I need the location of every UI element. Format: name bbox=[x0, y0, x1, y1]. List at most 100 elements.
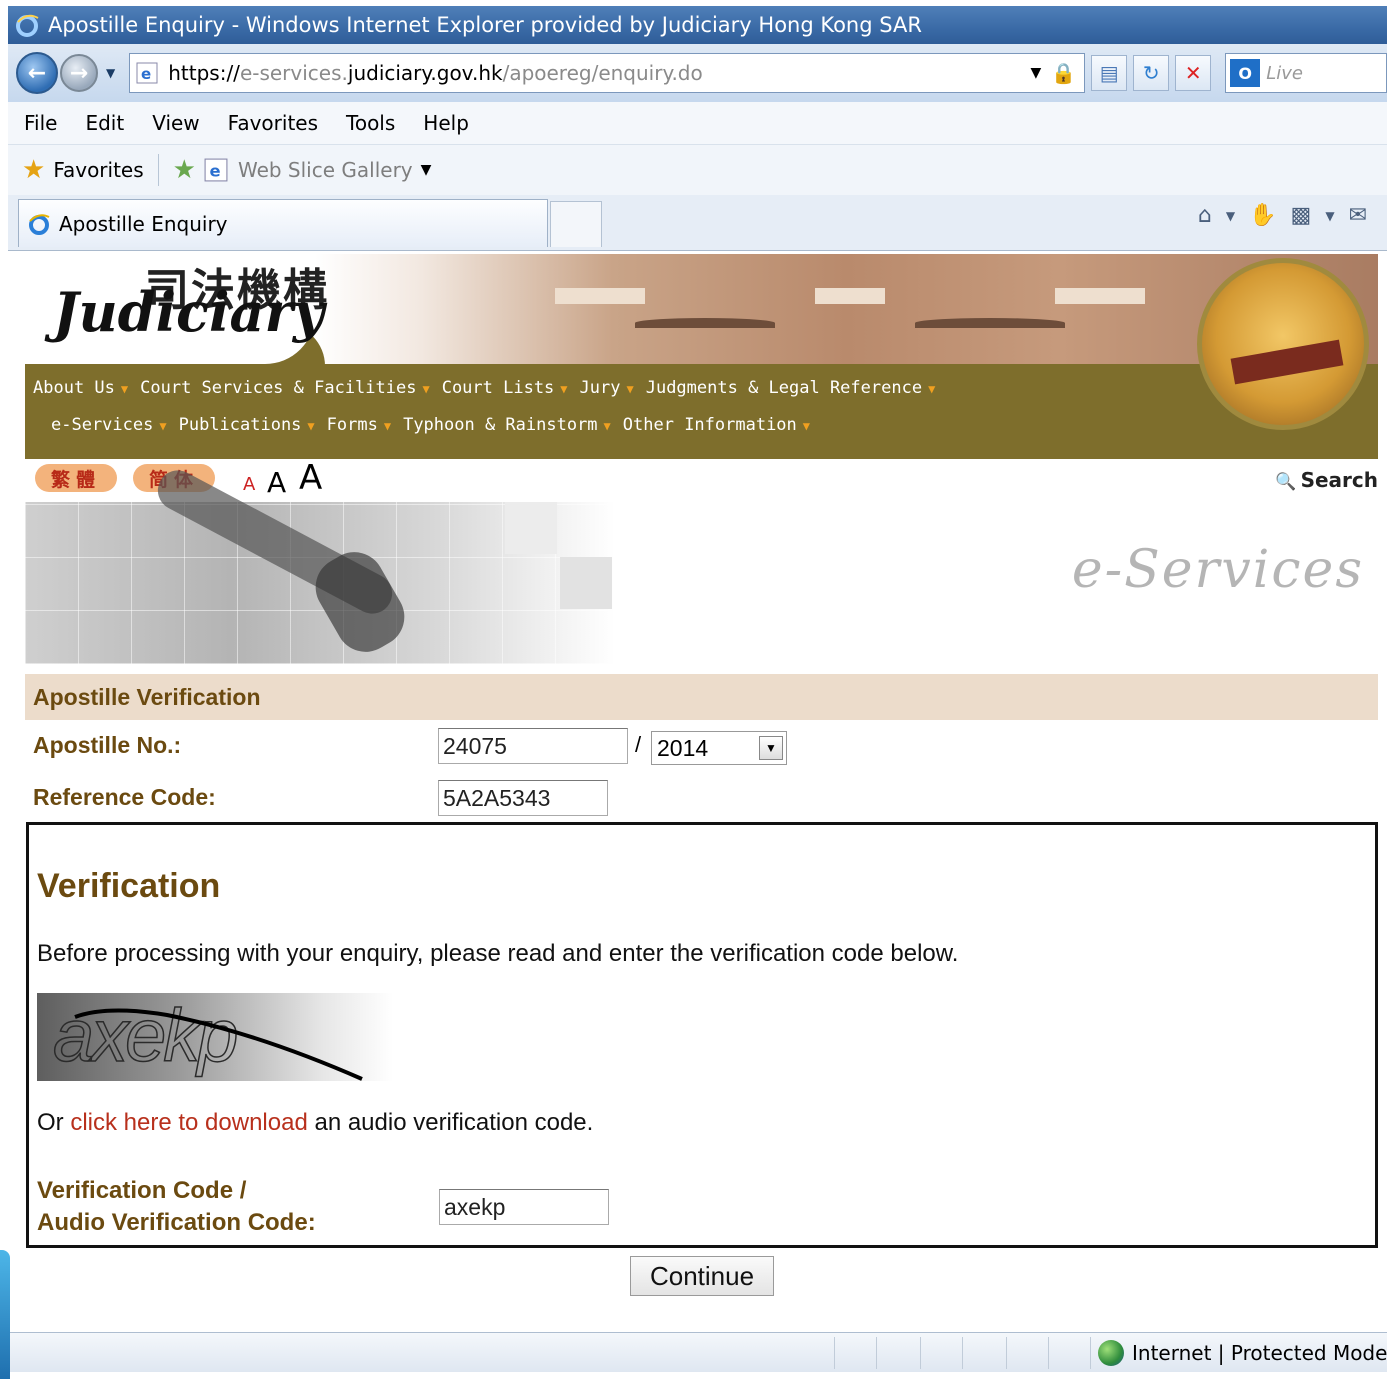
feeds-icon[interactable]: ▩ bbox=[1291, 203, 1312, 228]
back-button[interactable]: ← bbox=[16, 52, 58, 94]
reference-code-input[interactable]: 5A2A5343 bbox=[438, 780, 608, 816]
nav-other-information[interactable]: Other Information ▼ bbox=[623, 415, 810, 435]
font-size-small[interactable]: A bbox=[243, 474, 255, 495]
nav-judgments[interactable]: Judgments & Legal Reference ▼ bbox=[646, 378, 936, 398]
site-banner: 司法機構 Judiciary About Us ▼ Court Services … bbox=[25, 254, 1378, 459]
url-prehost: e-services. bbox=[239, 61, 348, 85]
compatibility-view-icon[interactable]: ▤ bbox=[1091, 55, 1128, 91]
nav-jury[interactable]: Jury ▼ bbox=[580, 378, 634, 398]
audio-download-link[interactable]: click here to download bbox=[70, 1109, 307, 1136]
audio-line: Or click here to download an audio verif… bbox=[37, 1109, 593, 1137]
outlook-icon: O bbox=[1230, 59, 1261, 87]
svg-text:e: e bbox=[141, 65, 151, 83]
stop-icon[interactable]: ✕ bbox=[1175, 55, 1212, 91]
nav-row-1: About Us ▼ Court Services & Facilities ▼ C… bbox=[33, 378, 947, 398]
select-dropdown-icon[interactable]: ▼ bbox=[759, 736, 783, 760]
menu-file[interactable]: File bbox=[24, 111, 57, 135]
status-divider bbox=[834, 1337, 835, 1369]
hand-icon[interactable]: ✋ bbox=[1249, 203, 1276, 228]
status-divider bbox=[1006, 1337, 1007, 1369]
audio-suffix: an audio verification code. bbox=[307, 1109, 594, 1136]
address-input[interactable]: e https://e-services. judiciary.gov.hk/ap… bbox=[129, 53, 1086, 93]
address-dropdown-icon[interactable]: ▼ bbox=[1031, 65, 1042, 81]
menu-view[interactable]: View bbox=[152, 111, 199, 135]
verification-code-input[interactable]: axekp bbox=[439, 1189, 609, 1225]
apostille-form: Apostille Verification Apostille No.: 24… bbox=[25, 674, 1378, 816]
favorites-separator bbox=[157, 154, 159, 186]
apostille-no-input[interactable]: 24075 bbox=[438, 728, 628, 764]
captcha-strike-line bbox=[74, 1008, 363, 1081]
chevron-down-icon: ▼ bbox=[159, 419, 167, 433]
verification-instruction: Before processing with your enquiry, ple… bbox=[37, 940, 959, 967]
chevron-down-icon: ▼ bbox=[120, 382, 129, 396]
web-slice-gallery-link[interactable]: Web Slice Gallery bbox=[238, 158, 413, 182]
audio-prefix: Or bbox=[37, 1109, 71, 1136]
search-link[interactable]: 🔍 Search bbox=[1275, 468, 1378, 492]
mail-icon[interactable]: ✉ bbox=[1349, 203, 1367, 228]
menu-edit[interactable]: Edit bbox=[85, 111, 124, 135]
add-favorite-icon[interactable]: ★ bbox=[173, 155, 196, 185]
new-tab-button[interactable] bbox=[550, 201, 602, 247]
favorites-button[interactable]: Favorites bbox=[53, 158, 143, 182]
lock-icon[interactable]: 🔒 bbox=[1051, 61, 1076, 85]
home-icon[interactable]: ⌂ bbox=[1198, 203, 1212, 228]
chevron-down-icon: ▼ bbox=[626, 382, 634, 396]
verification-code-label-line2: Audio Verification Code: bbox=[37, 1209, 316, 1236]
captcha-image: axekp bbox=[37, 993, 393, 1081]
nav-row-2: e-Services ▼ Publications ▼ Forms ▼ Typhoon… bbox=[51, 415, 822, 435]
window-title-bar: Apostille Enquiry - Windows Internet Exp… bbox=[8, 6, 1387, 44]
url-scheme: https:// bbox=[168, 61, 240, 85]
chevron-down-icon: ▼ bbox=[603, 419, 611, 433]
tab-bar: Apostille Enquiry ⌂ ▼ ✋ ▩ ▼ ✉ bbox=[8, 195, 1387, 251]
status-divider bbox=[920, 1337, 921, 1369]
traditional-chinese-button[interactable]: 繁體 bbox=[35, 464, 117, 492]
menu-favorites[interactable]: Favorites bbox=[228, 111, 318, 135]
tab-title: Apostille Enquiry bbox=[59, 211, 228, 236]
status-bar: Internet | Protected Mode: bbox=[8, 1332, 1387, 1372]
address-toolbar: ← → ▼ e https://e-services. judiciary.gov… bbox=[8, 44, 1387, 102]
apostille-separator: / bbox=[635, 732, 642, 757]
nav-publications[interactable]: Publications ▼ bbox=[179, 415, 315, 435]
feeds-dropdown-icon[interactable]: ▼ bbox=[1325, 209, 1334, 223]
web-slice-dropdown-icon[interactable]: ▼ bbox=[421, 162, 432, 178]
status-divider bbox=[1090, 1337, 1091, 1369]
nav-forms[interactable]: Forms ▼ bbox=[327, 415, 391, 435]
mosaic-tile bbox=[560, 557, 612, 609]
apostille-no-label: Apostille No.: bbox=[33, 732, 182, 758]
url-host: judiciary.gov.hk bbox=[347, 61, 503, 85]
tab-ie-icon bbox=[29, 213, 50, 235]
chevron-down-icon: ▼ bbox=[928, 382, 936, 396]
chevron-down-icon: ▼ bbox=[307, 419, 315, 433]
history-dropdown-icon[interactable]: ▼ bbox=[106, 66, 115, 80]
reference-code-label: Reference Code: bbox=[33, 784, 216, 810]
menu-help[interactable]: Help bbox=[423, 111, 469, 135]
font-size-medium[interactable]: A bbox=[267, 466, 286, 499]
year-value: 2014 bbox=[657, 734, 709, 761]
nav-court-lists[interactable]: Court Lists ▼ bbox=[442, 378, 568, 398]
live-search-input[interactable]: O Live bbox=[1225, 53, 1387, 93]
security-zone[interactable]: Internet | Protected Mode: bbox=[1098, 1340, 1387, 1366]
refresh-icon[interactable]: ↻ bbox=[1133, 55, 1170, 91]
menu-tools[interactable]: Tools bbox=[346, 111, 395, 135]
chevron-down-icon: ▼ bbox=[422, 382, 430, 396]
page-content: 司法機構 Judiciary About Us ▼ Court Services … bbox=[8, 252, 1387, 1332]
nav-about-us[interactable]: About Us ▼ bbox=[33, 378, 128, 398]
mosaic-tile bbox=[505, 502, 557, 554]
nav-typhoon[interactable]: Typhoon & Rainstorm ▼ bbox=[403, 415, 611, 435]
menu-bar: File Edit View Favorites Tools Help bbox=[8, 102, 1387, 145]
section-header: Apostille Verification bbox=[25, 674, 1378, 720]
judiciary-logo[interactable]: Judiciary bbox=[53, 280, 324, 344]
tab-apostille-enquiry[interactable]: Apostille Enquiry bbox=[18, 199, 548, 247]
forward-button[interactable]: → bbox=[60, 54, 98, 92]
nav-court-services[interactable]: Court Services & Facilities ▼ bbox=[140, 378, 430, 398]
nav-e-services[interactable]: e-Services ▼ bbox=[51, 415, 167, 435]
url-path: /apoereg/enquiry.do bbox=[502, 61, 703, 85]
home-dropdown-icon[interactable]: ▼ bbox=[1226, 209, 1235, 223]
security-zone-text: Internet | Protected Mode: bbox=[1132, 1341, 1387, 1365]
verification-code-label: Verification Code / Audio Verification C… bbox=[37, 1175, 316, 1239]
e-services-banner: e-Services bbox=[25, 463, 1378, 664]
font-size-large[interactable]: A bbox=[299, 458, 322, 498]
continue-button[interactable]: Continue bbox=[630, 1256, 774, 1296]
favorites-bar: ★ Favorites ★ e Web Slice Gallery ▼ bbox=[8, 145, 1387, 195]
year-select[interactable]: 2014 ▼ bbox=[651, 731, 787, 765]
